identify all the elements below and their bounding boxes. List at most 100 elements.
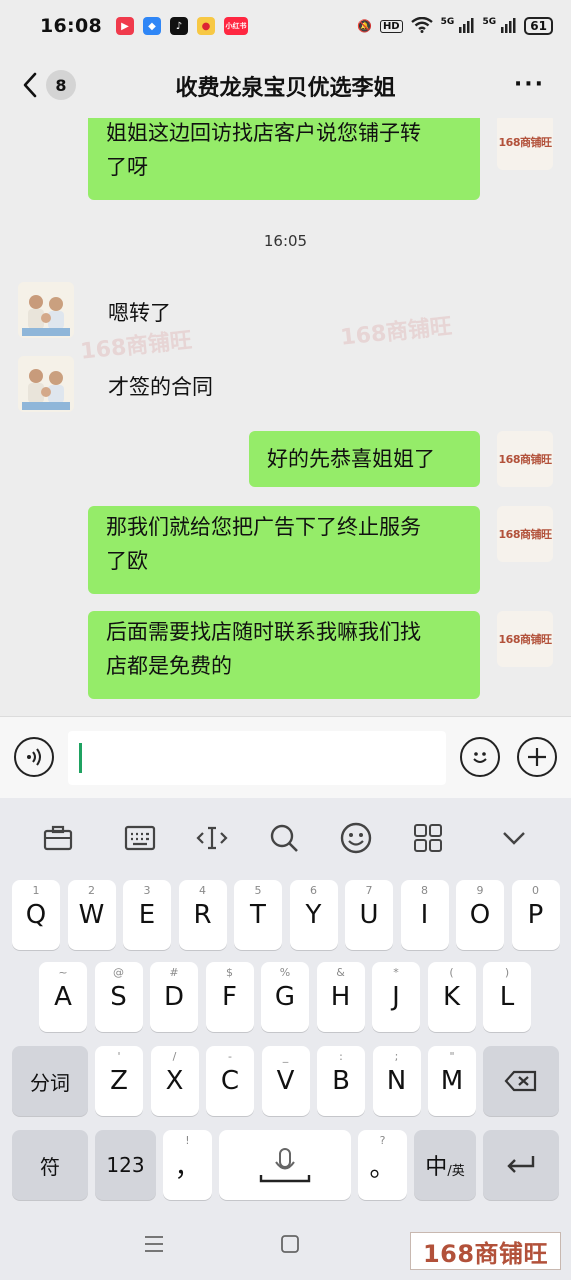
number-key[interactable]: 123 <box>95 1130 156 1200</box>
key-c[interactable]: -C <box>206 1046 254 1116</box>
segment-key[interactable]: 分词 <box>12 1046 88 1116</box>
home-nav-icon[interactable] <box>280 1232 300 1260</box>
key-i[interactable]: 8I <box>400 880 449 950</box>
key-alt-label: - <box>228 1050 232 1063</box>
message-bubble-incoming[interactable]: 嗯转了 <box>90 292 189 334</box>
key-v[interactable]: _ V <box>261 1046 310 1116</box>
more-functions-button[interactable] <box>517 737 557 777</box>
backspace-key[interactable] <box>483 1046 559 1116</box>
key-label: G <box>274 982 296 1012</box>
space-key[interactable] <box>219 1130 351 1200</box>
key-g[interactable]: % G <box>261 962 309 1032</box>
key-label: Z <box>110 1066 128 1096</box>
brand-logo: 168商铺旺 <box>498 453 552 466</box>
key-alt-label: @ <box>113 966 124 979</box>
emoji-button[interactable] <box>460 737 500 777</box>
hd-icon: HD <box>379 19 403 33</box>
net-label-1: 5G <box>440 16 455 27</box>
key-a[interactable]: ~ A <box>39 962 87 1032</box>
search-icon[interactable] <box>266 820 302 856</box>
chat-message-list[interactable]: 168商铺旺 168商铺旺 姐姐这边回访找店客户说您铺子转 了呀 168商铺旺 … <box>0 118 571 716</box>
lang-main-label: 中 <box>425 1155 448 1180</box>
key-label: D <box>163 982 185 1012</box>
message-bubble-outgoing[interactable]: 那我们就给您把广告下了终止服务 了欧 <box>88 506 480 594</box>
key-label: N <box>386 1066 407 1096</box>
key-label: F <box>222 982 237 1012</box>
key-label: U <box>359 900 379 930</box>
key-alt-label: # <box>169 966 179 979</box>
key-y[interactable]: 6Y <box>289 880 338 950</box>
key-k[interactable]: (K <box>427 962 476 1032</box>
key-alt-label: 2 <box>88 884 95 897</box>
key-p[interactable]: 0P <box>511 880 560 950</box>
keyboard-layout-icon[interactable] <box>122 820 158 856</box>
symbol-key[interactable]: 符 <box>12 1130 88 1200</box>
emoji-panel-icon[interactable] <box>338 820 374 856</box>
key-q[interactable]: 1Q <box>12 880 60 950</box>
comma-label: ， <box>174 1152 201 1183</box>
message-bubble-incoming[interactable]: 才签的合同 <box>90 366 231 408</box>
key-w[interactable]: 2W <box>67 880 116 950</box>
key-label: I <box>420 900 429 930</box>
lang-sub-label: /英 <box>447 1163 465 1179</box>
brand-watermark-logo: 168商铺旺 <box>410 1232 561 1270</box>
key-label: V <box>276 1066 295 1096</box>
key-label: J <box>392 982 400 1012</box>
key-label: Q <box>25 900 47 930</box>
key-o[interactable]: 9O <box>456 880 504 950</box>
key-f[interactable]: $ F <box>205 962 254 1032</box>
collapse-keyboard-icon[interactable] <box>496 820 532 856</box>
message-text-line: 店都是免费的 <box>106 654 232 678</box>
key-u[interactable]: 7U <box>345 880 393 950</box>
chat-title: 收费龙泉宝贝优选李姐 <box>175 76 396 101</box>
key-m[interactable]: " M <box>428 1046 476 1116</box>
contact-avatar[interactable] <box>18 282 74 338</box>
key-s[interactable]: @ S <box>94 962 143 1032</box>
key-d[interactable]: # D <box>150 962 198 1032</box>
key-label: L <box>499 982 515 1012</box>
key-n[interactable]: ; N <box>372 1046 421 1116</box>
more-options-button[interactable]: ··· <box>514 72 545 97</box>
message-bubble-outgoing[interactable]: 好的先恭喜姐姐了 <box>249 431 480 487</box>
my-avatar[interactable]: 168商铺旺 <box>497 118 553 170</box>
cloud-app-icon: ◆ <box>142 17 161 35</box>
key-label: H <box>330 982 351 1012</box>
key-j[interactable]: * J <box>372 962 420 1032</box>
cursor-move-icon[interactable] <box>194 820 230 856</box>
key-alt-label: 9 <box>476 884 484 897</box>
key-r[interactable]: 4R <box>178 880 227 950</box>
key-b[interactable]: :B <box>317 1046 365 1116</box>
status-indicators: 🔕 HD 5G 5G 61 <box>357 16 553 36</box>
message-bubble-outgoing[interactable]: 姐姐这边回访找店客户说您铺子转 了呀 <box>88 118 480 200</box>
key-l[interactable]: ) L <box>483 962 531 1032</box>
message-bubble-outgoing[interactable]: 后面需要找店随时联系我嘛我们找 店都是免费的 <box>88 611 480 699</box>
brand-logo: 168商铺旺 <box>498 633 552 646</box>
voice-input-button[interactable] <box>14 737 54 777</box>
key-alt-label: 4 <box>199 884 206 897</box>
period-key[interactable]: ? 。 <box>358 1130 407 1200</box>
key-z[interactable]: ' Z <box>95 1046 143 1116</box>
apps-grid-icon[interactable] <box>410 820 446 856</box>
clipboard-icon[interactable] <box>40 820 76 856</box>
my-avatar[interactable]: 168商铺旺 <box>497 506 553 562</box>
key-label: C <box>220 1066 240 1096</box>
notification-icons: ▶ ◆ ♪ ● 小红书 <box>115 17 248 35</box>
message-text: 好的先恭喜姐姐了 <box>267 447 435 471</box>
key-label: A <box>54 982 72 1012</box>
message-text-input[interactable] <box>68 731 446 785</box>
my-avatar[interactable]: 168商铺旺 <box>497 611 553 667</box>
enter-key[interactable] <box>483 1130 559 1200</box>
language-switch-key[interactable]: 中/英 <box>414 1130 476 1200</box>
key-h[interactable]: & H <box>316 962 365 1032</box>
net-label-2: 5G <box>482 16 497 27</box>
key-t[interactable]: 5T <box>234 880 282 950</box>
comma-key[interactable]: ! ， <box>163 1130 212 1200</box>
key-x[interactable]: / X <box>150 1046 199 1116</box>
contact-avatar[interactable] <box>18 356 74 412</box>
menu-nav-icon[interactable] <box>144 1232 164 1260</box>
plus-icon <box>528 748 546 766</box>
key-e[interactable]: 3E <box>123 880 171 950</box>
message-text: 才签的合同 <box>108 375 213 399</box>
my-avatar[interactable]: 168商铺旺 <box>497 431 553 487</box>
chat-header: 8 收费龙泉宝贝优选李姐 ··· <box>0 52 571 118</box>
